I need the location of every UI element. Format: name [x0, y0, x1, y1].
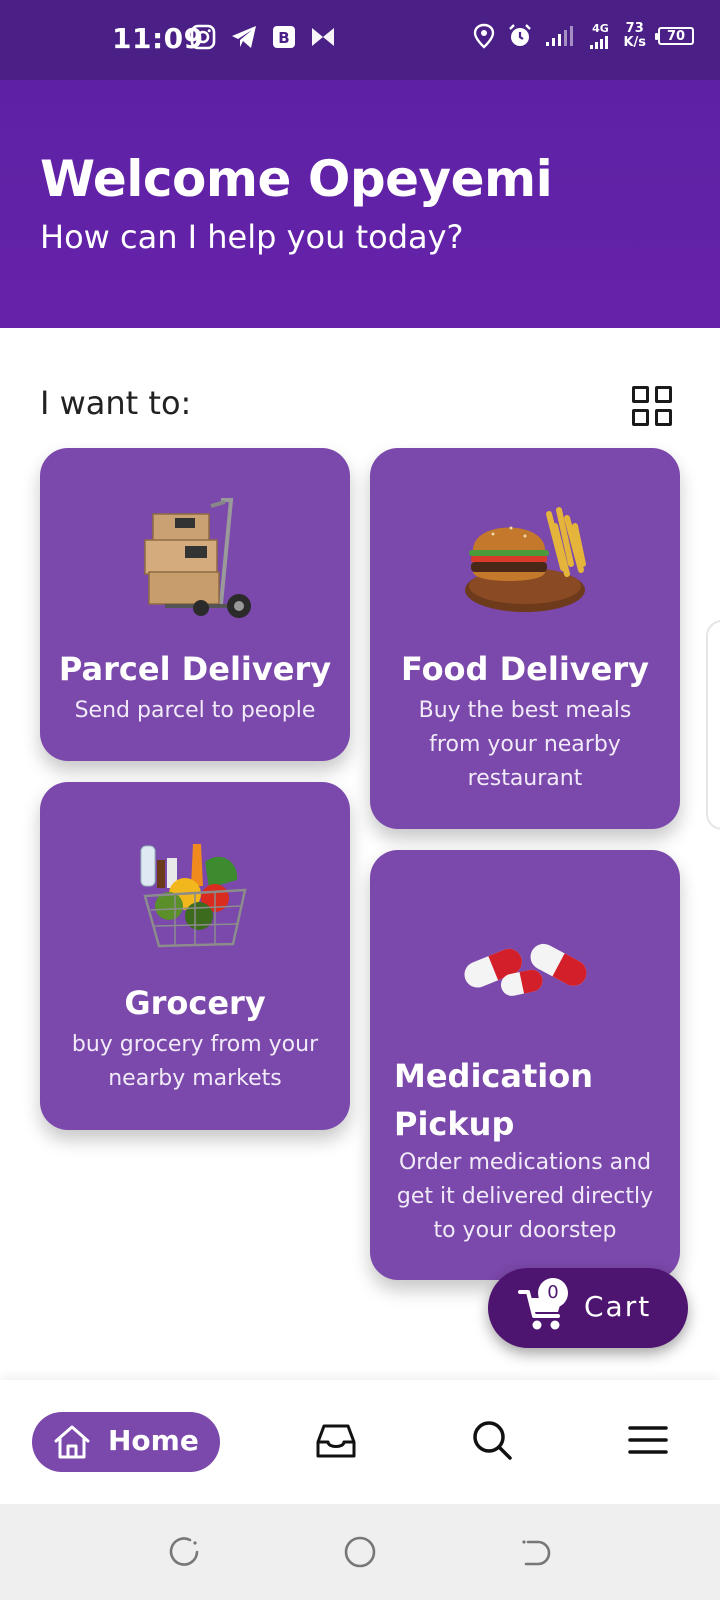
- cart-label: Cart: [584, 1290, 652, 1323]
- food-delivery-description: Buy the best meals from your nearby rest…: [418, 698, 632, 791]
- menu-icon[interactable]: [626, 1418, 670, 1462]
- signal-icon-2: [590, 36, 609, 49]
- grid-cell: [655, 409, 672, 426]
- grocery-title: Grocery: [124, 984, 266, 1022]
- parcel-delivery-description: Send parcel to people: [74, 698, 316, 723]
- welcome-title: Welcome Opeyemi: [40, 150, 553, 208]
- burger-fries-image: [465, 507, 586, 612]
- medication-pickup-card[interactable]: Medication Pickup Order medications and …: [370, 850, 680, 1280]
- welcome-subtitle: How can I help you today?: [40, 218, 464, 256]
- home-system-icon[interactable]: [342, 1534, 378, 1570]
- medication-pickup-title: Medication Pickup: [394, 1057, 594, 1143]
- grid-cell: [632, 386, 649, 403]
- network-speed-unit: K/s: [623, 35, 646, 50]
- grocery-basket-image: [140, 844, 247, 948]
- alarm-icon: [509, 24, 532, 46]
- nav-home-button[interactable]: Home: [32, 1412, 220, 1472]
- battery-indicator: 70: [655, 27, 694, 45]
- signal-4g: 4G: [589, 23, 611, 49]
- instagram-icon: [190, 24, 216, 50]
- system-navigation-bar: [0, 1504, 720, 1600]
- signal-4g-label: 4G: [592, 22, 609, 35]
- status-notification-icons: B: [190, 24, 336, 50]
- svg-text:B: B: [278, 29, 289, 47]
- grocery-card[interactable]: Grocery buy grocery from your nearby mar…: [40, 782, 350, 1130]
- grid-cell: [655, 386, 672, 403]
- recent-apps-icon[interactable]: [166, 1534, 202, 1570]
- bowtie-app-icon: [312, 28, 334, 46]
- cart-button[interactable]: 0 Cart: [488, 1268, 688, 1348]
- grocery-description: buy grocery from your nearby markets: [71, 1032, 319, 1091]
- status-bar: 11:09 B 4G 73 K/s 70: [0, 0, 720, 80]
- side-panel-handle[interactable]: [706, 620, 720, 830]
- welcome-header: Welcome Opeyemi How can I help you today…: [0, 80, 720, 328]
- signal-icon: [546, 26, 574, 46]
- back-icon[interactable]: [518, 1534, 554, 1570]
- pills-image: [464, 943, 587, 996]
- parcel-delivery-title: Parcel Delivery: [58, 650, 332, 688]
- food-delivery-title: Food Delivery: [401, 650, 649, 688]
- home-icon: [54, 1425, 90, 1459]
- location-icon: [474, 23, 495, 49]
- parcel-trolley-image: [144, 498, 251, 618]
- battery-level: 70: [666, 28, 686, 44]
- parcel-delivery-card[interactable]: Parcel Delivery Send parcel to people: [40, 448, 350, 761]
- grid-view-icon[interactable]: [632, 386, 672, 426]
- network-speed-value: 73: [625, 21, 644, 36]
- food-delivery-card[interactable]: Food Delivery Buy the best meals from yo…: [370, 448, 680, 829]
- grid-cell: [632, 409, 649, 426]
- b-app-icon: B: [273, 26, 295, 48]
- status-system-icons: 4G 73 K/s 70: [473, 22, 694, 50]
- search-icon[interactable]: [470, 1418, 514, 1462]
- inbox-icon[interactable]: [314, 1418, 358, 1462]
- nav-home-label: Home: [108, 1424, 199, 1457]
- bottom-navigation: Home: [0, 1380, 720, 1504]
- cart-count-badge: 0: [538, 1278, 568, 1308]
- medication-pickup-description: Order medications and get it delivered d…: [396, 1150, 654, 1243]
- telegram-icon: [232, 26, 256, 48]
- section-heading: I want to:: [40, 384, 192, 422]
- network-speed: 73 K/s: [623, 22, 646, 50]
